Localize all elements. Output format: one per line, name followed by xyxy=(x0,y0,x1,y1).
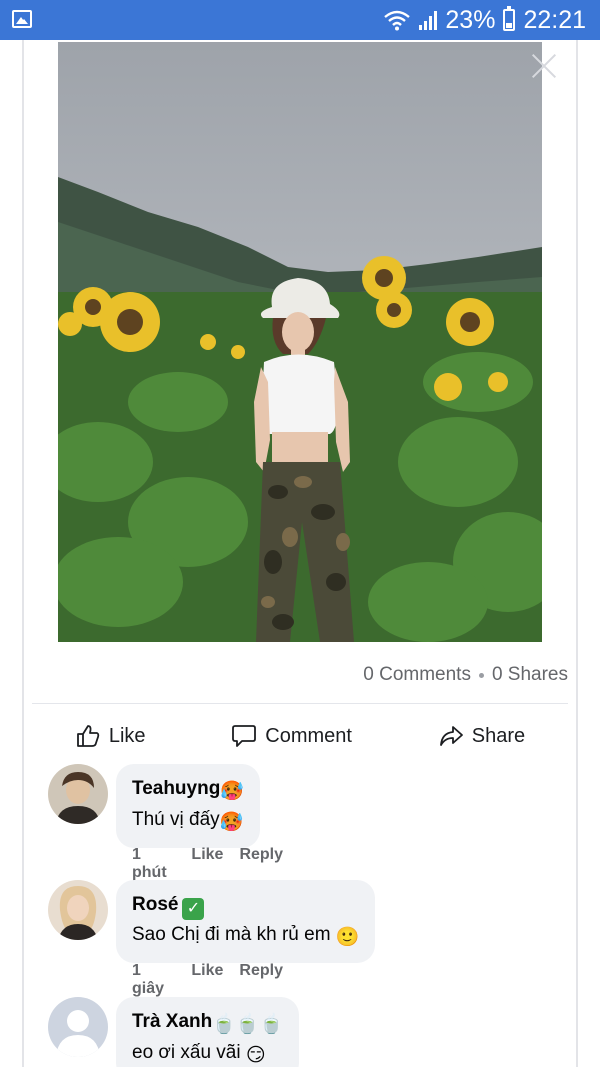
smile-emoji: 🙂 xyxy=(335,927,360,948)
status-bar: 23% 22:21 xyxy=(0,0,600,40)
post-photo[interactable] xyxy=(58,42,542,642)
photo-scene xyxy=(58,42,542,642)
comment-text: eo ơi xấu vãi 😏 xyxy=(132,1038,283,1067)
comment-icon xyxy=(232,725,257,747)
comment-author[interactable]: Teahuyng🥵 xyxy=(132,776,244,805)
comment-text: Sao Chị đi mà kh rủ em 🙂 xyxy=(132,920,359,953)
comment-bubble[interactable]: Trà Xanh🍵🍵🍵 eo ơi xấu vãi 😏 xyxy=(116,997,300,1067)
share-icon xyxy=(439,726,463,746)
like-button[interactable]: Like xyxy=(75,723,146,749)
thumbs-up-icon xyxy=(76,725,100,747)
comments-count[interactable]: 0 Comments xyxy=(363,664,471,686)
comment-bubble[interactable]: Rosé ✓ Sao Chị đi mà kh rủ em 🙂 xyxy=(116,880,376,963)
comment-author[interactable]: Trà Xanh🍵🍵🍵 xyxy=(132,1009,283,1038)
avatar[interactable] xyxy=(48,764,108,824)
check-mark-icon: ✓ xyxy=(182,898,205,920)
share-button[interactable]: Share xyxy=(438,723,525,749)
share-label: Share xyxy=(471,724,526,747)
tea-emoji: 🍵🍵🍵 xyxy=(212,1014,284,1035)
divider xyxy=(32,703,568,704)
battery-icon xyxy=(503,6,516,31)
battery-percent: 23% xyxy=(445,5,496,34)
wifi-icon xyxy=(384,10,411,31)
smirk-emoji: 😏 xyxy=(245,1045,266,1066)
post-counts: 0 Comments 0 Shares xyxy=(363,664,568,686)
hot-face-emoji: 🥵 xyxy=(219,812,244,833)
hot-face-emoji: 🥵 xyxy=(220,781,244,802)
clock: 22:21 xyxy=(523,5,586,34)
post-actions: Like Comment Share xyxy=(32,712,568,760)
signal-icon xyxy=(419,10,438,30)
status-right: 23% 22:21 xyxy=(383,6,586,34)
avatar[interactable] xyxy=(48,880,108,940)
shares-count[interactable]: 0 Shares xyxy=(492,664,568,686)
like-label: Like xyxy=(108,724,146,747)
comment-label: Comment xyxy=(265,724,352,747)
gallery-icon xyxy=(12,10,32,28)
separator-dot xyxy=(478,672,484,678)
comment-bubble[interactable]: Teahuyng🥵 Thú vị đấy🥵 xyxy=(116,764,260,848)
comment-author[interactable]: Rosé ✓ xyxy=(132,892,359,920)
comment-button[interactable]: Comment xyxy=(231,723,352,749)
comment-text: Thú vị đấy🥵 xyxy=(132,805,244,838)
default-avatar[interactable] xyxy=(48,997,108,1057)
close-icon[interactable] xyxy=(530,52,558,80)
